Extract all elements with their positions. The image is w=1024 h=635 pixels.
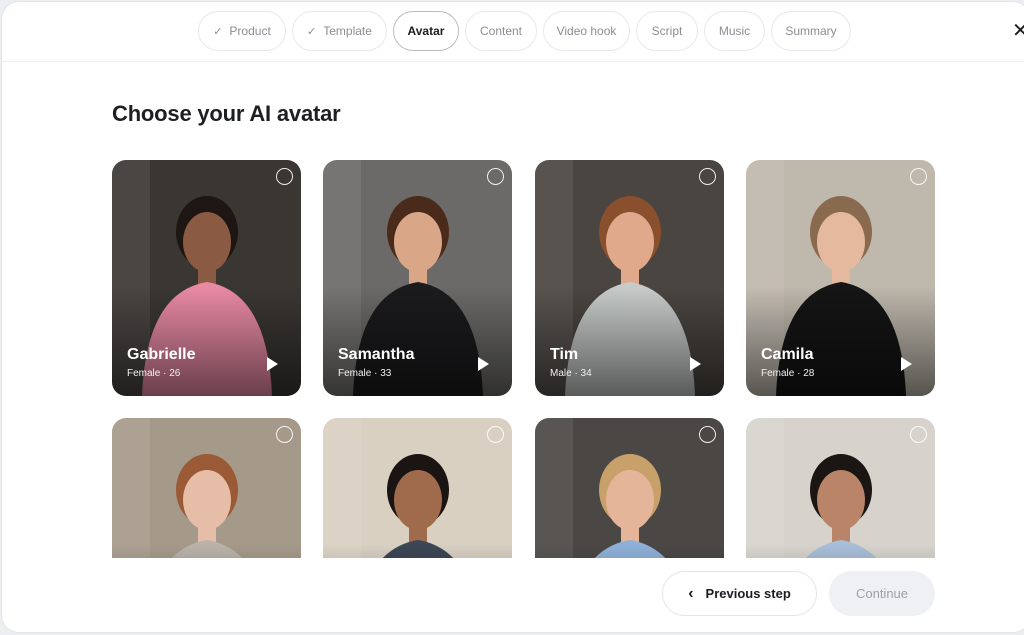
select-radio-icon[interactable] [487,168,504,185]
select-radio-icon[interactable] [487,426,504,443]
photo-gradient [112,286,301,396]
chevron-left-icon: ‹ [688,584,694,602]
play-icon[interactable] [690,357,701,371]
select-radio-icon[interactable] [276,168,293,185]
play-icon[interactable] [267,357,278,371]
avatar-photo [112,418,301,558]
avatar-card[interactable] [746,418,935,558]
stepper-steps: ✓ Product ✓ Template Avatar Content Vide… [198,11,851,51]
step-label: Script [651,24,683,38]
avatar-card[interactable] [323,418,512,558]
continue-label: Continue [855,586,909,601]
select-radio-icon[interactable] [910,168,927,185]
step-label: Music [718,24,751,38]
previous-step-label: Previous step [705,586,791,601]
play-icon[interactable] [478,357,489,371]
check-icon: ✓ [307,25,317,38]
page-title: Choose your AI avatar [112,101,341,126]
avatar-card[interactable]: Tim Male · 34 [535,160,724,396]
avatar-meta: Female · 28 [761,368,815,379]
select-radio-icon[interactable] [699,426,716,443]
avatar-card[interactable]: Samantha Female · 33 [323,160,512,396]
select-radio-icon[interactable] [276,426,293,443]
avatar-grid: Gabrielle Female · 26 Samantha Female · 33 T… [112,160,936,558]
avatar-name: Gabrielle [127,346,196,363]
avatar-photo [535,418,724,558]
avatar-meta: Female · 26 [127,368,181,379]
continue-button[interactable]: Continue [829,571,935,616]
step-label: Video hook [556,24,617,38]
avatar-photo [323,418,512,558]
avatar-meta: Female · 33 [338,368,392,379]
previous-step-button[interactable]: ‹ Previous step [662,571,817,616]
photo-gradient [112,544,301,558]
select-radio-icon[interactable] [699,168,716,185]
step-video-hook[interactable]: Video hook [543,11,630,51]
avatar-card[interactable] [112,418,301,558]
photo-gradient [746,286,935,396]
avatar-card[interactable] [535,418,724,558]
avatar-modal: ✓ Product ✓ Template Avatar Content Vide… [1,1,1024,633]
step-label: Summary [785,24,837,38]
avatar-photo [746,418,935,558]
step-script[interactable]: Script [636,11,698,51]
step-summary[interactable]: Summary [771,11,851,51]
step-label: Template [323,24,372,38]
avatar-card[interactable]: Gabrielle Female · 26 [112,160,301,396]
step-music[interactable]: Music [704,11,765,51]
step-label: Content [479,24,523,38]
photo-gradient [746,544,935,558]
select-radio-icon[interactable] [910,426,927,443]
avatar-name: Samantha [338,346,415,363]
avatar-meta: Male · 34 [550,368,592,379]
step-product[interactable]: ✓ Product [198,11,286,51]
step-template[interactable]: ✓ Template [292,11,387,51]
step-avatar[interactable]: Avatar [393,11,459,51]
avatar-name: Tim [550,346,579,363]
avatar-card[interactable]: Camila Female · 28 [746,160,935,396]
photo-gradient [535,544,724,558]
photo-gradient [323,286,512,396]
close-icon[interactable]: ✕ [1012,20,1024,42]
check-icon: ✓ [213,25,223,38]
play-icon[interactable] [901,357,912,371]
step-label: Product [229,24,271,38]
photo-gradient [323,544,512,558]
step-content[interactable]: Content [465,11,537,51]
step-label: Avatar [407,24,445,38]
photo-gradient [535,286,724,396]
avatar-name: Camila [761,346,814,363]
stepper-bar: ✓ Product ✓ Template Avatar Content Vide… [2,2,1024,62]
